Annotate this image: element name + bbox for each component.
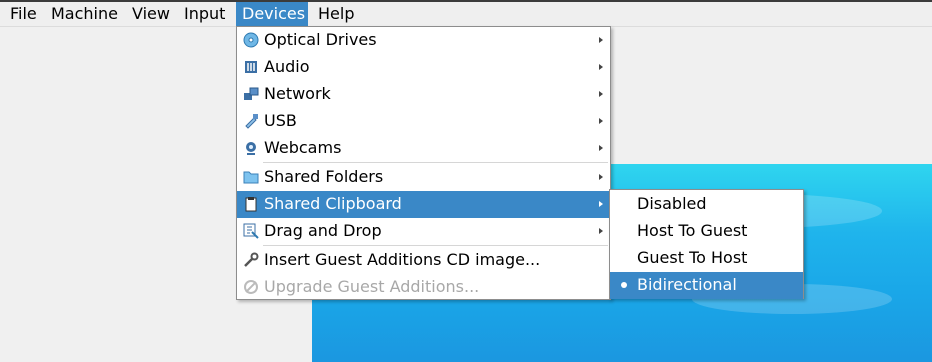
clipboard-option-bidirectional[interactable]: Bidirectional xyxy=(610,272,803,299)
menu-bar: File Machine View Input Devices Help xyxy=(0,2,932,26)
submenu-arrow-icon xyxy=(599,201,603,207)
clipboard-option-host-to-guest[interactable]: Host To Guest xyxy=(610,218,803,245)
network-icon xyxy=(244,87,259,100)
menu-item-insert-guest-additions[interactable]: Insert Guest Additions CD image... xyxy=(237,247,610,274)
audio-icon xyxy=(245,61,257,73)
upgrade-icon xyxy=(244,280,258,294)
menu-input[interactable]: Input xyxy=(178,2,231,26)
submenu-arrow-icon xyxy=(599,174,603,180)
option-label: Disabled xyxy=(637,194,707,213)
option-label: Host To Guest xyxy=(637,221,748,240)
menu-item-label: Insert Guest Additions CD image... xyxy=(264,250,541,269)
submenu-arrow-icon xyxy=(599,228,603,234)
menu-item-upgrade-guest-additions: Upgrade Guest Additions... xyxy=(237,274,610,301)
submenu-arrow-icon xyxy=(599,37,603,43)
menu-help[interactable]: Help xyxy=(312,2,360,26)
usb-icon xyxy=(245,114,258,129)
menu-item-label: Webcams xyxy=(264,138,342,157)
menu-item-label: Optical Drives xyxy=(264,30,377,49)
menu-item-audio[interactable]: Audio xyxy=(237,54,610,81)
menu-item-network[interactable]: Network xyxy=(237,81,610,108)
optical-disc-icon xyxy=(243,32,259,48)
menu-devices[interactable]: Devices xyxy=(236,2,308,26)
menu-item-shared-folders[interactable]: Shared Folders xyxy=(237,164,610,191)
menu-item-label: Upgrade Guest Additions... xyxy=(264,277,480,296)
clipboard-option-disabled[interactable]: Disabled xyxy=(610,191,803,218)
submenu-arrow-icon xyxy=(599,64,603,70)
wrench-icon xyxy=(244,252,259,267)
menu-view[interactable]: View xyxy=(126,2,176,26)
menu-item-usb[interactable]: USB xyxy=(237,108,610,135)
webcam-icon xyxy=(246,142,256,155)
option-label: Bidirectional xyxy=(637,275,737,294)
menu-separator xyxy=(263,245,608,246)
menu-item-drag-and-drop[interactable]: Drag and Drop xyxy=(237,218,610,245)
option-label: Guest To Host xyxy=(637,248,748,267)
menu-separator xyxy=(263,162,608,163)
folder-icon xyxy=(243,171,259,184)
menu-item-shared-clipboard[interactable]: Shared Clipboard xyxy=(237,191,610,218)
submenu-arrow-icon xyxy=(599,145,603,151)
menu-item-webcams[interactable]: Webcams xyxy=(237,135,610,162)
menu-machine[interactable]: Machine xyxy=(45,2,124,26)
menu-item-label: Network xyxy=(264,84,331,103)
submenu-arrow-icon xyxy=(599,118,603,124)
devices-menu: Optical Drives Audio Network USB Webcams xyxy=(236,26,611,300)
drag-drop-icon xyxy=(243,223,259,239)
selected-radio-icon xyxy=(621,282,627,288)
menu-item-optical-drives[interactable]: Optical Drives xyxy=(237,27,610,54)
menu-item-label: Shared Clipboard xyxy=(264,194,402,213)
clipboard-option-guest-to-host[interactable]: Guest To Host xyxy=(610,245,803,272)
menu-file[interactable]: File xyxy=(4,2,43,26)
menu-item-label: USB xyxy=(264,111,297,130)
menu-item-label: Shared Folders xyxy=(264,167,384,186)
submenu-arrow-icon xyxy=(599,91,603,97)
shared-clipboard-submenu: Disabled Host To Guest Guest To Host Bid… xyxy=(609,189,804,299)
clipboard-icon xyxy=(245,197,257,212)
menu-item-label: Audio xyxy=(264,57,310,76)
menu-item-label: Drag and Drop xyxy=(264,221,382,240)
